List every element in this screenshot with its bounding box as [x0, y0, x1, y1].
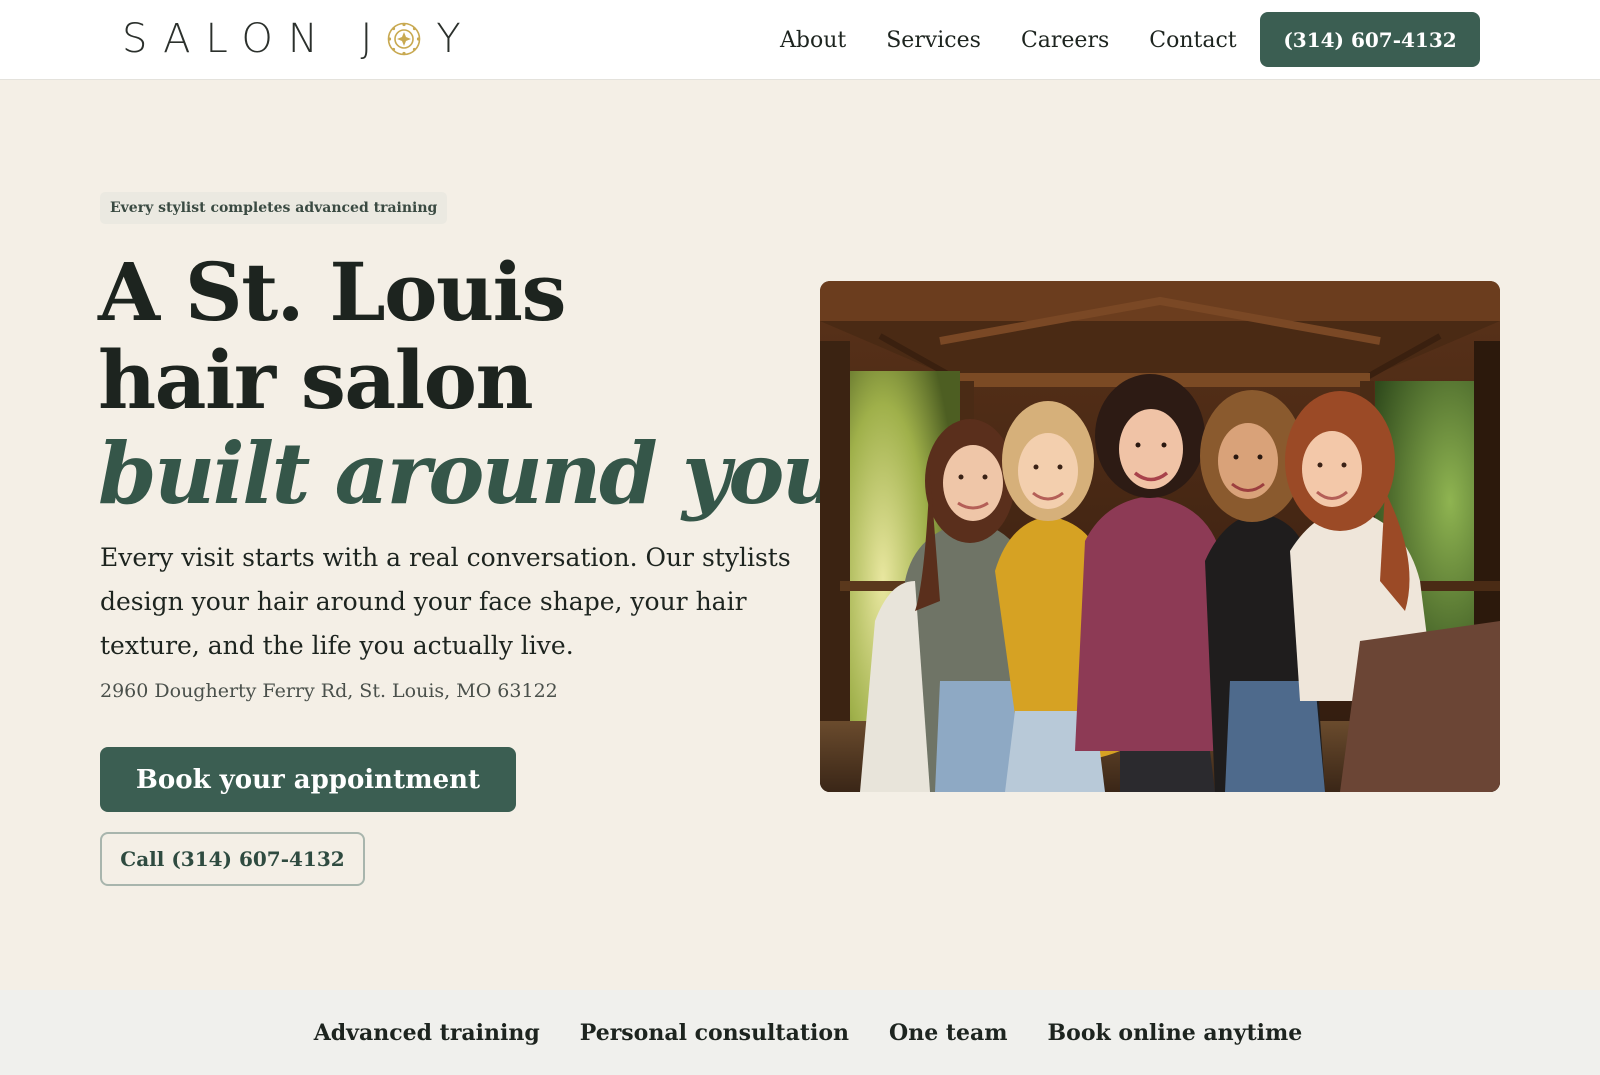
nav-link-careers[interactable]: Careers — [1021, 28, 1109, 53]
main-nav: About Services Careers Contact — [780, 22, 1237, 58]
book-appointment-button[interactable]: Book your appointment — [100, 747, 516, 812]
training-badge: Every stylist completes advanced trainin… — [100, 192, 448, 224]
salon-address: 2960 Dougherty Ferry Rd, St. Louis, MO 6… — [100, 680, 558, 702]
nav-link-services[interactable]: Services — [886, 28, 981, 53]
sun-flower-icon — [387, 22, 421, 56]
headline-line-1: A St. Louis — [98, 245, 567, 339]
feature-book-online: Book online anytime — [1047, 1019, 1303, 1046]
call-button[interactable]: Call (314) 607-4132 — [100, 832, 365, 886]
logo-text-end: Y — [436, 16, 461, 62]
headline-line-2: hair salon — [98, 333, 534, 427]
header-phone-button[interactable]: (314) 607-4132 — [1260, 12, 1480, 67]
team-photo — [820, 281, 1500, 792]
logo-text-start: SALON J — [122, 16, 388, 62]
nav-link-contact[interactable]: Contact — [1149, 28, 1236, 53]
salon-joy-logo[interactable]: SALON J Y — [122, 16, 461, 62]
nav-link-about[interactable]: About — [780, 28, 846, 53]
site-header: SALON J Y About Services Careers Contact… — [0, 0, 1600, 80]
hero-headline: A St. Louis hair salon built around you. — [98, 245, 870, 526]
feature-one-team: One team — [889, 1019, 1008, 1046]
feature-personal-consultation: Personal consultation — [579, 1019, 850, 1046]
headline-accent: built around you. — [98, 424, 870, 523]
team-photo-illustration — [820, 281, 1500, 792]
hero-section: Every stylist completes advanced trainin… — [0, 80, 1600, 990]
hero-intro: Every visit starts with a real conversat… — [100, 543, 791, 660]
feature-strip: Advanced training Personal consultation … — [0, 990, 1600, 1075]
feature-advanced-training: Advanced training — [313, 1019, 540, 1046]
